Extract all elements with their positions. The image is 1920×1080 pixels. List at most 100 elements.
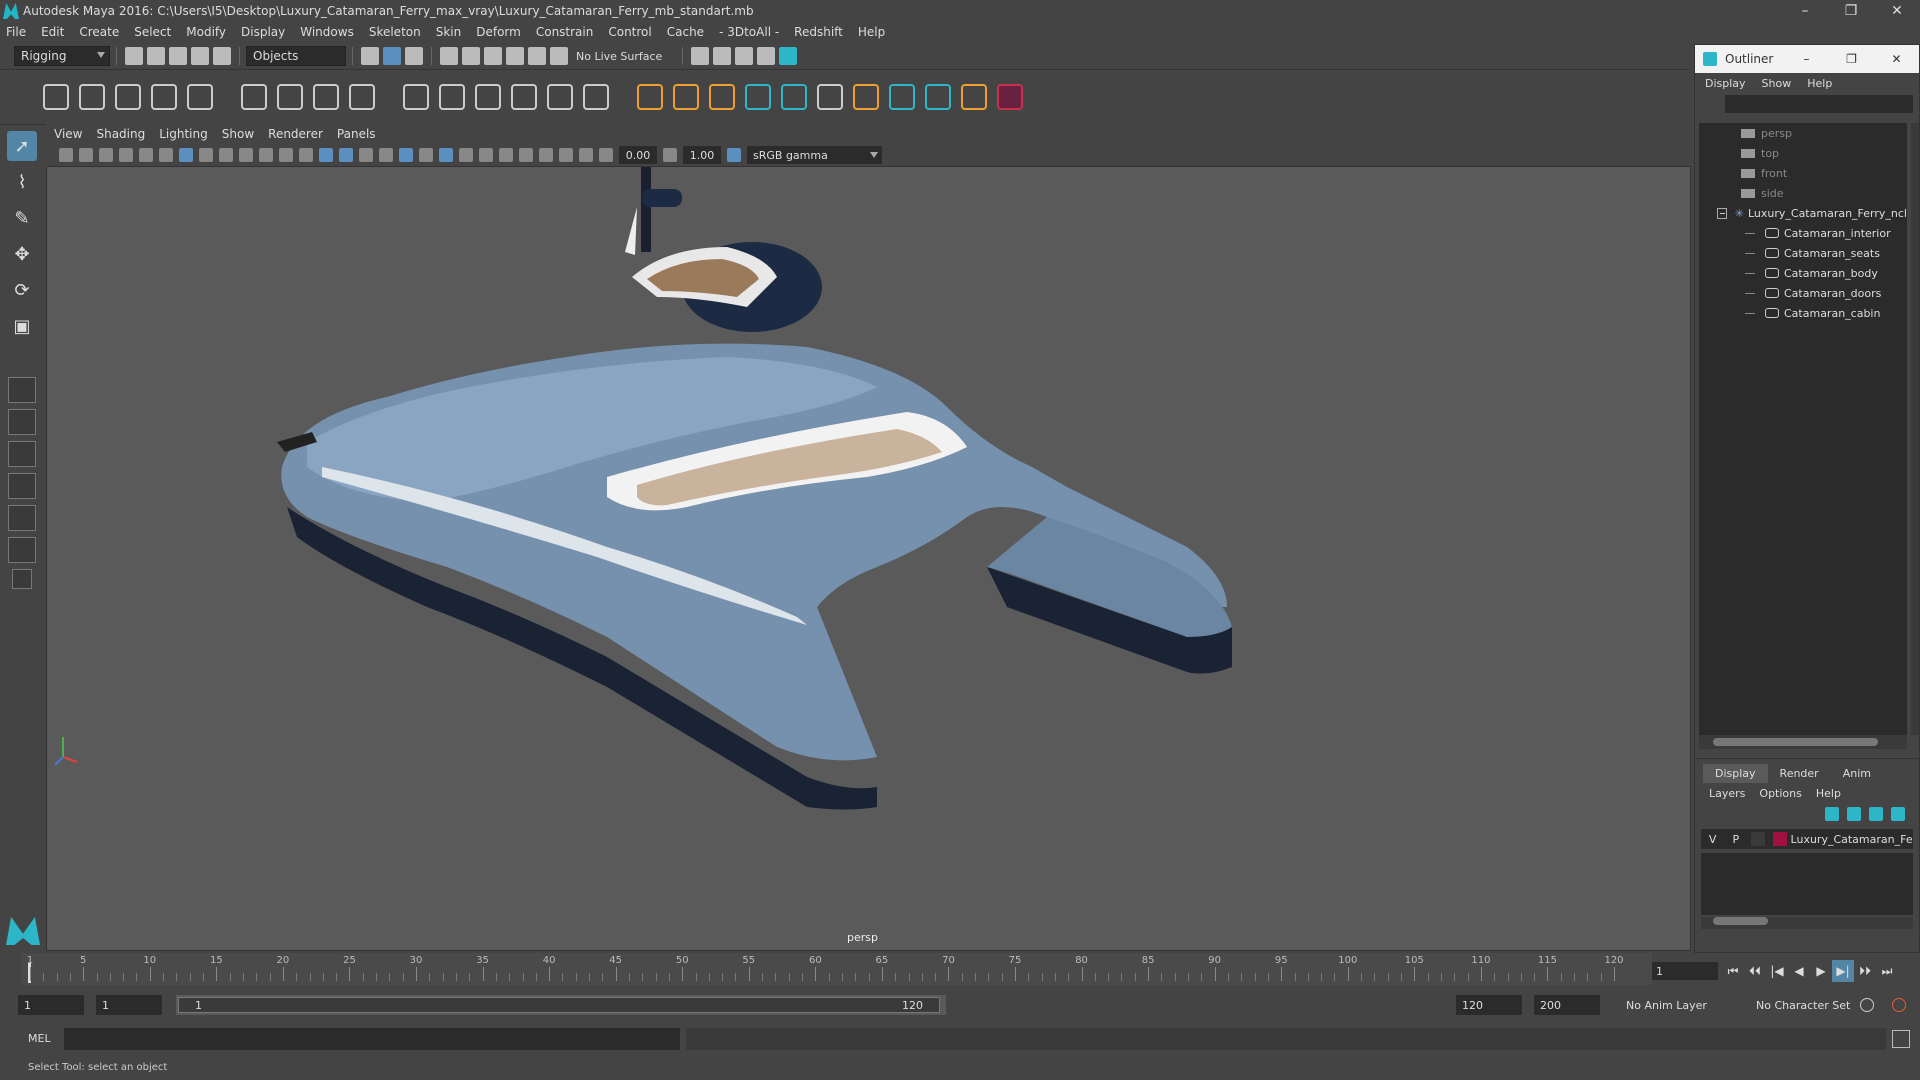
playback-end-field[interactable]: 120 [1456,995,1522,1015]
close-button[interactable]: ✕ [1874,0,1920,22]
outliner-horizontal-scrollbar[interactable] [1699,735,1907,749]
viewport-menu-shading[interactable]: Shading [96,127,145,141]
graph-layout-icon[interactable] [8,505,36,531]
anti-aliasing-icon[interactable] [479,148,493,162]
time-slider[interactable]: 1 5 10 15 20 25 30 35 40 45 50 55 60 65 70 75 80 85 90 95 10… [22,953,1652,985]
scale-constraint-icon[interactable] [511,84,537,110]
joint-tool-icon[interactable] [43,84,69,110]
menu-set-dropdown[interactable]: Rigging [14,46,110,66]
outliner-menu-show[interactable]: Show [1762,77,1792,90]
anim-layer-dropdown[interactable]: No Anim Layer [1626,995,1707,1015]
color-space-dropdown[interactable]: sRGB gamma [747,146,882,164]
script-editor-icon[interactable] [1892,1030,1910,1048]
collapse-icon[interactable] [1717,207,1727,219]
snap-point-icon[interactable] [484,47,502,65]
new-layer-from-selection-icon[interactable] [1891,807,1905,821]
open-scene-icon[interactable] [147,47,165,65]
menu-control[interactable]: Control [608,25,651,39]
more-layouts-icon[interactable] [12,569,32,589]
tree-item-front[interactable]: front [1699,163,1907,183]
color-management-icon[interactable] [727,148,741,162]
tree-item-doors[interactable]: Catamaran_doors [1699,283,1907,303]
depth-of-field-icon[interactable] [499,148,513,162]
outliner-maximize-button[interactable]: ❐ [1829,45,1874,73]
redo-icon[interactable] [213,47,231,65]
tree-item-seats[interactable]: Catamaran_seats [1699,243,1907,263]
layer-playback-toggle[interactable]: P [1724,833,1747,846]
snap-view-plane-icon[interactable] [506,47,524,65]
layer-visibility-toggle[interactable]: V [1701,833,1724,846]
gamma-field[interactable]: 1.00 [683,146,721,164]
film-gate-icon[interactable] [199,148,213,162]
lattice-icon[interactable] [313,84,339,110]
xray-joints-icon[interactable] [559,148,573,162]
outliner-minimize-button[interactable]: – [1784,45,1829,73]
play-forwards-button[interactable]: ▶ [1810,960,1832,982]
outliner-close-button[interactable]: ✕ [1874,45,1919,73]
menu-edit[interactable]: Edit [41,25,64,39]
ik-spline-icon[interactable] [115,84,141,110]
menu-select[interactable]: Select [134,25,171,39]
layer-menu-help[interactable]: Help [1816,787,1841,800]
resolution-gate-icon[interactable] [219,148,233,162]
default-material-icon[interactable] [359,148,373,162]
paint-select-icon[interactable]: ✎ [7,203,37,233]
menu-modify[interactable]: Modify [186,25,226,39]
render-settings-icon[interactable] [691,47,710,65]
render-frame-icon[interactable] [713,47,732,65]
menu-3dtoall[interactable]: - 3DtoAll - [719,25,779,39]
orient-constraint-icon[interactable] [475,84,501,110]
go-to-start-button[interactable]: ⏮ [1722,960,1744,982]
viewport-menu-view[interactable]: View [54,127,82,141]
ik-handle-icon[interactable] [79,84,105,110]
exposure-icon[interactable] [599,148,613,162]
image-plane-icon[interactable] [119,148,133,162]
menu-display[interactable]: Display [241,25,285,39]
move-layer-up-icon[interactable] [1825,807,1839,821]
menu-redshift[interactable]: Redshift [794,25,843,39]
grease-pencil-icon[interactable] [159,148,173,162]
tree-item-persp[interactable]: persp [1699,123,1907,143]
orient-joint-icon[interactable] [187,84,213,110]
range-slider-thumb[interactable]: 1 120 [178,997,940,1013]
outliner-search-field[interactable] [1725,95,1913,113]
two-pane-layout-icon[interactable] [8,441,36,467]
wireframe-icon[interactable] [319,148,333,162]
menu-constrain[interactable]: Constrain [536,25,594,39]
pole-vector-icon[interactable] [583,84,609,110]
tree-item-cabin[interactable]: Catamaran_cabin [1699,303,1907,323]
menu-create[interactable]: Create [79,25,119,39]
lights-icon[interactable] [399,148,413,162]
move-tool-icon[interactable]: ✥ [7,239,37,269]
safe-action-icon[interactable] [279,148,293,162]
menu-deform[interactable]: Deform [476,25,521,39]
go-to-end-button[interactable]: ⏭ [1876,960,1898,982]
cluster-icon[interactable] [349,84,375,110]
exposure-field[interactable]: 0.00 [619,146,657,164]
animation-end-field[interactable]: 200 [1534,995,1600,1015]
grid-icon[interactable] [179,148,193,162]
point-constraint-icon[interactable] [403,84,429,110]
step-forward-key-button[interactable]: ⏵⏵ [1854,960,1876,982]
hypershade-icon[interactable] [779,47,798,65]
auto-key-icon[interactable] [1860,998,1874,1012]
isolate-select-icon[interactable] [519,148,533,162]
four-pane-layout-icon[interactable] [8,409,36,435]
step-forward-frame-button[interactable]: ▶| [1832,960,1854,982]
menu-skeleton[interactable]: Skeleton [369,25,421,39]
select-hierarchy-icon[interactable] [361,47,379,65]
scrollbar-thumb[interactable] [1713,738,1878,746]
locator-icon[interactable] [637,84,663,110]
new-scene-icon[interactable] [125,47,143,65]
range-slider[interactable]: 1 120 [176,995,946,1015]
animation-start-field[interactable]: 1 [18,995,84,1015]
menu-file[interactable]: File [6,25,26,39]
live-surface-label[interactable]: No Live Surface [576,50,662,63]
minimize-button[interactable]: – [1782,0,1828,22]
gate-mask-icon[interactable] [239,148,253,162]
single-pane-layout-icon[interactable] [8,377,36,403]
layer-row[interactable]: V P Luxury_Catamaran_Fer [1701,829,1913,849]
hypershade-layout-icon[interactable] [8,537,36,563]
layer-menu-layers[interactable]: Layers [1709,787,1745,800]
camera-select-icon[interactable] [59,148,73,162]
